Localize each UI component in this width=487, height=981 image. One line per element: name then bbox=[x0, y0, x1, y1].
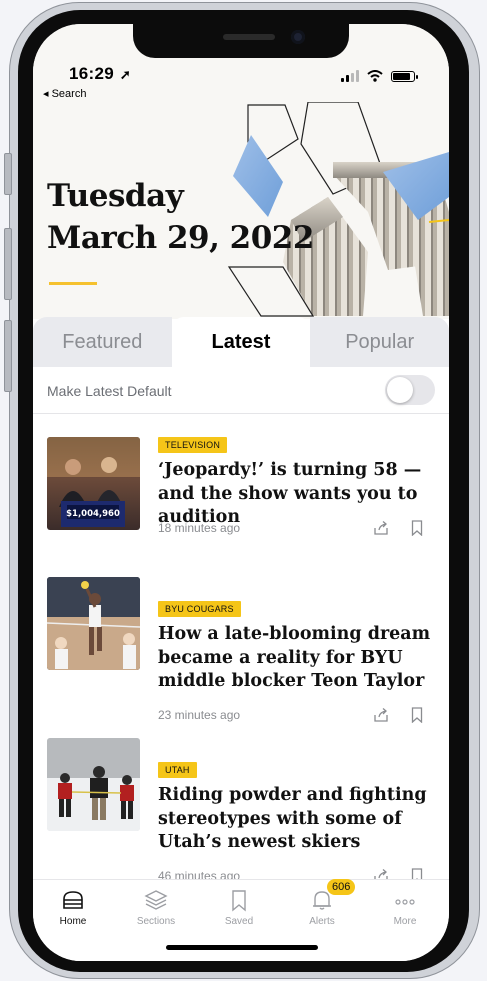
article-tag[interactable]: TELEVISION bbox=[158, 437, 228, 453]
battery-icon bbox=[391, 70, 418, 82]
article-thumbnail: $1,004,960 bbox=[47, 437, 140, 530]
default-toggle-row: Make Latest Default bbox=[33, 367, 449, 414]
hero-header: 16:29 ➚ ◂ Search Tuesday March 29, 2022 bbox=[33, 24, 449, 319]
toggle-label: Make Latest Default bbox=[47, 383, 172, 399]
back-caret-icon: ◂ bbox=[43, 88, 52, 100]
date-weekday: Tuesday bbox=[47, 178, 184, 214]
home-indicator[interactable] bbox=[166, 945, 318, 950]
article-thumbnail bbox=[47, 577, 140, 670]
tab-featured[interactable]: Featured bbox=[33, 317, 172, 367]
article-timestamp: 18 minutes ago bbox=[158, 521, 241, 535]
date-accent-rule bbox=[49, 282, 97, 285]
screen: 16:29 ➚ ◂ Search Tuesday March 29, 2022 … bbox=[33, 24, 449, 961]
volleyball-photo bbox=[47, 577, 140, 670]
article-tag[interactable]: BYU COUGARS bbox=[158, 601, 241, 617]
wifi-icon bbox=[367, 70, 383, 82]
volume-up-button bbox=[4, 228, 12, 300]
notch bbox=[133, 24, 349, 58]
article-item[interactable]: UTAH Riding powder and fighting stereoty… bbox=[33, 726, 449, 884]
layers-icon bbox=[144, 890, 168, 910]
speaker bbox=[223, 34, 275, 40]
tabbar-label: Saved bbox=[224, 916, 254, 927]
alerts-badge: 606 bbox=[327, 879, 356, 895]
bookmark-icon bbox=[232, 890, 246, 912]
jeopardy-photo: $1,004,960 bbox=[47, 437, 140, 527]
cellular-signal-icon bbox=[341, 70, 359, 82]
article-thumbnail bbox=[47, 738, 140, 831]
status-icons bbox=[341, 70, 418, 82]
skiers-photo bbox=[47, 738, 140, 831]
tabbar-label: Sections bbox=[136, 916, 176, 927]
toggle-knob bbox=[387, 377, 413, 403]
share-icon[interactable] bbox=[373, 520, 389, 536]
article-item[interactable]: $1,004,960 TELEVISION ‘Jeopardy!’ is tur… bbox=[33, 414, 449, 564]
building-graphic bbox=[227, 102, 449, 317]
article-headline[interactable]: ‘Jeopardy!’ is turning 58 — and the show… bbox=[158, 459, 438, 530]
podium-score: $1,004,960 bbox=[66, 509, 120, 519]
home-icon bbox=[63, 891, 83, 909]
article-tag[interactable]: UTAH bbox=[158, 762, 197, 778]
more-icon bbox=[395, 899, 415, 905]
article-timestamp: 23 minutes ago bbox=[158, 708, 241, 722]
status-time: 16:29 ➚ bbox=[69, 64, 132, 83]
tabbar-label: Alerts bbox=[309, 916, 335, 927]
tab-popular[interactable]: Popular bbox=[310, 317, 449, 367]
mute-switch bbox=[4, 153, 12, 195]
feed-tabs: Featured Latest Popular bbox=[33, 317, 449, 367]
date-full: March 29, 2022 bbox=[47, 220, 314, 256]
tabbar-label: More bbox=[393, 916, 417, 927]
article-headline[interactable]: How a late-blooming dream became a reali… bbox=[158, 623, 438, 694]
location-arrow-icon: ➚ bbox=[115, 67, 132, 82]
bookmark-icon[interactable] bbox=[411, 520, 423, 536]
article-headline[interactable]: Riding powder and fighting stereotypes w… bbox=[158, 784, 438, 855]
back-to-search-link[interactable]: ◂ Search bbox=[43, 87, 86, 100]
tabbar-label: Home bbox=[59, 916, 87, 927]
article-item[interactable]: BYU COUGARS How a late-blooming dream be… bbox=[33, 564, 449, 726]
volume-down-button bbox=[4, 320, 12, 392]
front-camera bbox=[291, 30, 305, 44]
make-latest-default-toggle[interactable] bbox=[385, 375, 435, 405]
share-icon[interactable] bbox=[373, 707, 389, 723]
tab-latest[interactable]: Latest bbox=[171, 317, 311, 367]
bookmark-icon[interactable] bbox=[411, 707, 423, 723]
